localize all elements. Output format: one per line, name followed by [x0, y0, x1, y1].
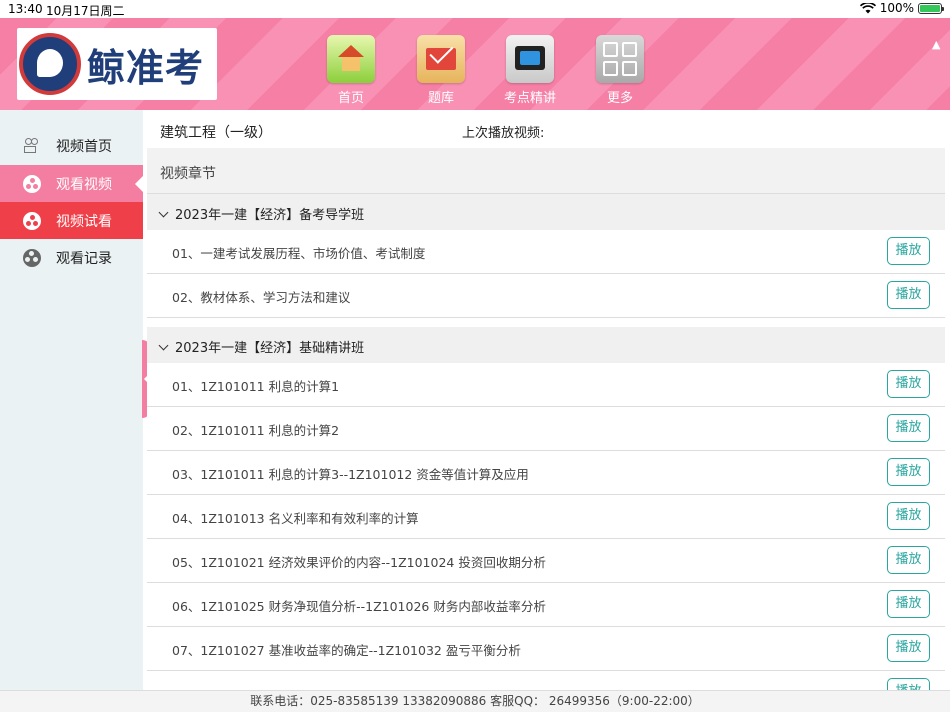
sidebar-item-label: 视频首页: [56, 138, 112, 155]
status-right: 100%: [859, 1, 944, 15]
section-title: 视频章节: [147, 148, 945, 194]
list-item: 01、一建考试发展历程、市场价值、考试制度 播放: [147, 230, 945, 274]
last-played-label: 上次播放视频:: [462, 126, 545, 141]
nav-home-label: 首页: [337, 91, 364, 106]
date: 10月17日周二: [46, 4, 125, 18]
nav-question-bank-label: 题库: [427, 91, 454, 106]
home-icon: [327, 35, 375, 83]
play-button[interactable]: 播放: [887, 281, 930, 309]
battery-percent: 100%: [879, 1, 914, 15]
nav-more[interactable]: 更多: [585, 35, 655, 106]
lesson-title: 03、1Z101011 利息的计算3--1Z101012 资金等值计算及应用: [172, 467, 529, 482]
lesson-title: 04、1Z101013 名义利率和有效利率的计算: [172, 511, 419, 526]
chapter-group-header[interactable]: 2023年一建【经济】备考导学班: [147, 194, 945, 230]
grid-icon: [596, 35, 644, 83]
lesson-title: 05、1Z101021 经济效果评价的内容--1Z101024 投资回收期分析: [172, 555, 546, 570]
nav-key-points[interactable]: 考点精讲: [495, 35, 565, 106]
sidebar: 视频首页 观看视频 视频试看 观看记录: [0, 110, 143, 690]
sidebar-item-label: 观看记录: [56, 250, 112, 267]
camera-icon: [23, 137, 41, 154]
nav-more-label: 更多: [606, 91, 633, 106]
video-list-panel: 建筑工程（一级） 上次播放视频: 视频章节 2023年一建【经济】备考导学班 0…: [147, 110, 945, 690]
list-item: 03、1Z101011 利息的计算3--1Z101012 资金等值计算及应用 播…: [147, 451, 945, 495]
wifi-icon: [859, 2, 876, 13]
play-button[interactable]: 播放: [887, 370, 930, 398]
lesson-title: 06、1Z101025 财务净现值分析--1Z101026 财务内部收益率分析: [172, 599, 546, 614]
sidebar-item-label: 观看视频: [56, 176, 112, 193]
play-button[interactable]: 播放: [887, 546, 930, 574]
clock: 13:40: [8, 2, 43, 16]
play-button[interactable]: 播放: [887, 237, 930, 265]
list-item-partial: 播放: [147, 671, 945, 690]
contact-footer: 联系电话：025-83585139 13382090886 客服QQ： 2649…: [0, 690, 950, 712]
chevron-down-icon: [158, 340, 169, 351]
sidebar-item-label: 视频试看: [56, 213, 112, 230]
chapter-group-title: 2023年一建【经济】备考导学班: [175, 208, 365, 223]
nav-question-bank[interactable]: 题库: [406, 35, 476, 106]
mail-icon: [417, 35, 465, 83]
status-bar: 13:40 10月17日周二 100%: [0, 0, 950, 18]
film-reel-icon: [23, 174, 41, 193]
sidebar-item-video-trial[interactable]: 视频试看: [0, 202, 143, 239]
play-button[interactable]: 播放: [887, 502, 930, 530]
list-item: 05、1Z101021 经济效果评价的内容--1Z101024 投资回收期分析 …: [147, 539, 945, 583]
course-title: 建筑工程（一级）: [160, 125, 272, 141]
app-header: 鲸准考 首页 题库 考点精讲 更多 ▲: [0, 18, 950, 110]
film-reel-icon: [23, 248, 41, 267]
lesson-title: 01、1Z101011 利息的计算1: [172, 379, 340, 394]
chevron-down-icon: [158, 207, 169, 218]
logo[interactable]: 鲸准考: [17, 28, 217, 100]
sidebar-item-video-home[interactable]: 视频首页: [0, 127, 143, 164]
play-button[interactable]: 播放: [887, 678, 930, 690]
lesson-title: 07、1Z101027 基准收益率的确定--1Z101032 盈亏平衡分析: [172, 643, 521, 658]
nav-key-points-label: 考点精讲: [503, 91, 556, 106]
list-item: 06、1Z101025 财务净现值分析--1Z101026 财务内部收益率分析 …: [147, 583, 945, 627]
list-item: 04、1Z101013 名义利率和有效利率的计算 播放: [147, 495, 945, 539]
nav-home[interactable]: 首页: [316, 35, 386, 106]
whale-logo-icon: [19, 33, 81, 95]
lesson-title: 01、一建考试发展历程、市场价值、考试制度: [172, 246, 426, 261]
lesson-title: 02、1Z101011 利息的计算2: [172, 423, 340, 438]
chapter-group-title: 2023年一建【经济】基础精讲班: [175, 341, 365, 356]
list-item: 01、1Z101011 利息的计算1 播放: [147, 363, 945, 407]
film-reel-icon: [23, 211, 41, 230]
video-screen-icon: [506, 35, 554, 83]
play-button[interactable]: 播放: [887, 634, 930, 662]
play-button[interactable]: 播放: [887, 590, 930, 618]
list-item: 07、1Z101027 基准收益率的确定--1Z101032 盈亏平衡分析 播放: [147, 627, 945, 671]
play-button[interactable]: 播放: [887, 414, 930, 442]
list-item: 02、1Z101011 利息的计算2 播放: [147, 407, 945, 451]
sidebar-item-watch-video[interactable]: 观看视频: [0, 165, 143, 202]
lesson-title: 02、教材体系、学习方法和建议: [172, 290, 351, 305]
play-button[interactable]: 播放: [887, 458, 930, 486]
shirt-icon[interactable]: ▲: [932, 39, 944, 50]
sidebar-item-watch-history[interactable]: 观看记录: [0, 239, 143, 276]
brand-name: 鲸准考: [87, 45, 205, 90]
chapter-group-header[interactable]: 2023年一建【经济】基础精讲班: [147, 327, 945, 363]
battery-icon: [918, 2, 944, 14]
list-item: 02、教材体系、学习方法和建议 播放: [147, 274, 945, 318]
